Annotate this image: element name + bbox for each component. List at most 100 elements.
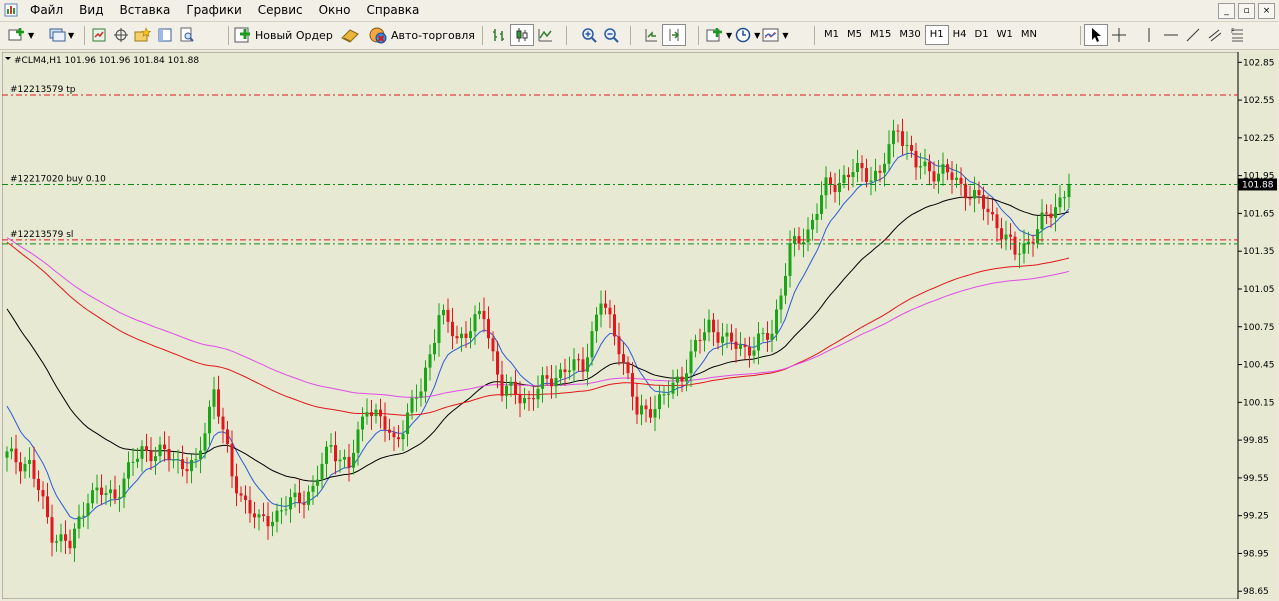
bull-candle [595,314,598,332]
menu-view[interactable]: Вид [71,0,111,21]
template-chart-icon [762,28,779,42]
menu-charts[interactable]: Графики [178,0,249,21]
menu-file[interactable]: Файл [22,0,71,21]
bull-candle [158,444,162,457]
menu-window[interactable]: Окно [311,0,359,21]
fibonacci-tool-button[interactable]: F [1226,25,1248,45]
chevron-down-icon[interactable]: ▼ [68,31,74,40]
chart-scroll-group [640,24,686,46]
indicator-plus-icon [706,28,722,42]
new-order-button[interactable]: Новый Ордер [234,25,333,45]
toolbar: ▼ ▼ Новый Ордер Авто-торговля ▼ ▼ ▼ M1 M… [0,22,1279,50]
bull-candle [307,491,310,505]
favorites-button[interactable] [132,25,154,45]
bar-chart-button[interactable] [488,25,510,45]
menu-insert[interactable]: Вставка [111,0,178,21]
toolbar-separator [228,26,229,45]
bull-candle [752,350,756,356]
bull-candle [127,462,130,479]
chevron-down-icon[interactable]: ▼ [28,31,34,40]
chart-type-group [488,24,556,46]
metaeditor-button[interactable] [340,25,360,45]
cursor-tool-button[interactable] [1084,24,1108,46]
bull-candle [851,172,855,178]
bear-candle [833,184,837,193]
timeframe-m30[interactable]: M30 [895,26,924,44]
timeframe-m15[interactable]: M15 [866,26,895,44]
market-watch-button[interactable] [88,25,110,45]
timeframe-h4[interactable]: H4 [949,26,971,44]
metatrader-app-icon[interactable] [4,3,18,17]
bull-candle [1067,184,1071,198]
bull-candle [95,487,99,491]
trendline-tool-button[interactable] [1182,25,1204,45]
channel-tool-button[interactable] [1204,25,1226,45]
timeframe-w1[interactable]: W1 [993,26,1017,44]
bear-candle [482,310,486,320]
bull-candle [338,459,342,462]
timeframe-m5[interactable]: M5 [843,26,866,44]
timeframe-h1[interactable]: H1 [924,25,949,45]
bear-candle [631,373,634,397]
bear-candle [217,389,220,417]
chevron-down-icon[interactable]: ▼ [782,31,788,40]
bull-candle [122,478,126,498]
new-order-label: Новый Ордер [255,28,333,42]
new-chart-icon [8,28,24,41]
crosshair-tool-button[interactable] [1108,25,1130,45]
menu-tools[interactable]: Сервис [250,0,311,21]
bear-candle [860,162,864,169]
bear-candle [266,516,270,527]
bear-candle [19,462,22,472]
toolbar-separator [814,26,815,45]
bear-candle [68,540,72,549]
bear-candle [491,338,495,352]
bull-candle [77,516,81,529]
bear-candle [914,150,918,168]
menu-help[interactable]: Справка [359,0,428,21]
bull-candle [203,433,207,451]
timeframe-d1[interactable]: D1 [971,26,993,44]
bull-candle [257,514,261,518]
bear-candle [451,321,454,337]
timeframe-mn[interactable]: MN [1017,26,1041,44]
zoom-in-button[interactable] [578,25,600,45]
price-chart[interactable]: 102.85102.55102.25101.95101.65101.35101.… [2,52,1277,599]
horizontal-line-tool-button[interactable] [1160,25,1182,45]
close-button[interactable]: × [1258,3,1275,19]
new-chart-button[interactable] [6,25,28,45]
bull-candle [667,393,670,395]
bear-candle [617,336,621,355]
bear-candle [527,397,531,399]
bull-candle [284,509,288,511]
terminal-button[interactable] [154,25,176,45]
indicators-button[interactable] [704,25,726,45]
strategy-tester-button[interactable] [176,25,198,45]
profiles-button[interactable] [46,25,68,45]
autotrading-icon [369,27,387,44]
restore-button[interactable]: ▫ [1238,3,1255,19]
fibonacci-icon: F [1231,28,1243,42]
zoom-out-button[interactable] [600,25,622,45]
bear-candle [532,398,535,400]
bull-candle [271,521,274,527]
vertical-line-tool-button[interactable] [1138,25,1160,45]
templates-button[interactable] [760,25,782,45]
periods-button[interactable] [732,25,754,45]
last-price-marker: 101.88 [1238,178,1277,191]
timeframe-group: M1 M5 M15 M30 H1 H4 D1 W1 MN [820,25,1041,45]
bull-candle [10,448,13,452]
chart-header-text: #CLM4,H1 101.96 101.96 101.84 101.88 [14,56,199,66]
bear-candle [347,456,351,468]
autotrading-button[interactable]: Авто-торговля [368,25,475,45]
timeframe-m1[interactable]: M1 [820,26,843,44]
line-chart-button[interactable] [534,25,556,45]
minimize-button[interactable]: _ [1218,3,1235,19]
bear-candle [226,429,229,444]
navigator-button[interactable] [110,25,132,45]
chart-shift-button[interactable] [662,24,686,46]
bear-candle [145,446,148,451]
candlestick-chart-button[interactable] [510,24,534,46]
zoom-out-icon [604,28,619,43]
auto-scroll-button[interactable] [640,25,662,45]
